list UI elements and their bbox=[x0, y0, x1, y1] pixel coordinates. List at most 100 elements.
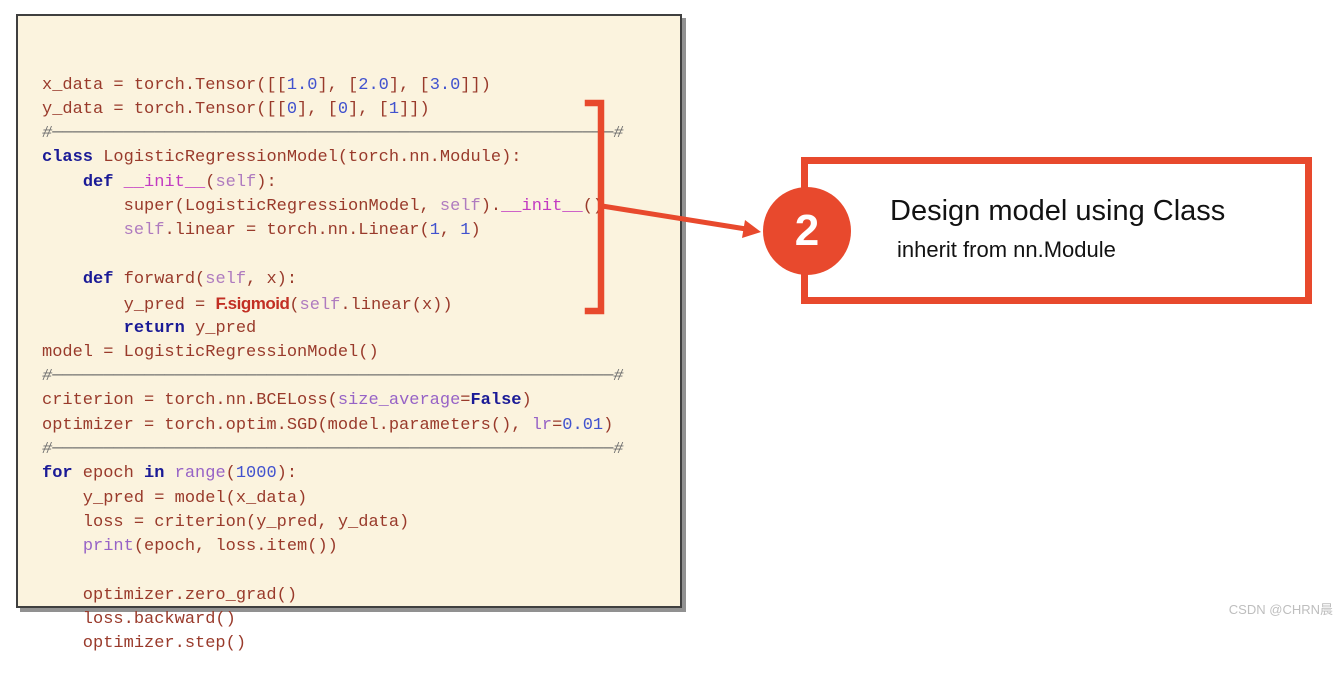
code-token: ], [ bbox=[297, 99, 338, 119]
code-token: , x): bbox=[246, 269, 298, 289]
code-line: class LogisticRegressionModel(torch.nn.M… bbox=[42, 146, 680, 170]
code-token: self bbox=[299, 296, 341, 316]
code-line: for epoch in range(1000): bbox=[42, 462, 680, 486]
code-token: in bbox=[144, 464, 165, 484]
code-token: ): bbox=[276, 464, 298, 484]
code-line: optimizer = torch.optim.SGD(model.parame… bbox=[42, 414, 680, 438]
code-token: 1 bbox=[388, 99, 400, 119]
code-token: ): bbox=[256, 172, 277, 192]
code-token: def bbox=[82, 269, 114, 289]
code-token: optimizer.step() bbox=[42, 634, 247, 654]
code-token: = bbox=[460, 391, 471, 411]
code-token: model = LogisticRegressionModel() bbox=[42, 342, 379, 362]
code-token: 0 bbox=[337, 99, 349, 119]
code-token: .linear(x)) bbox=[340, 296, 453, 316]
code-line: optimizer.zero_grad() bbox=[42, 584, 680, 608]
code-token: loss = criterion(y_pred, y_data) bbox=[42, 512, 410, 532]
code-token: 2.0 bbox=[358, 75, 389, 95]
annotation-arrowhead bbox=[742, 220, 761, 238]
code-token: , bbox=[439, 221, 461, 241]
code-line: model = LogisticRegressionModel() bbox=[42, 341, 680, 365]
code-token: criterion = torch.nn.BCELoss( bbox=[42, 391, 338, 411]
code-token: () bbox=[582, 197, 604, 217]
code-panel: x_data = torch.Tensor([[1.0], [2.0], [3.… bbox=[16, 14, 682, 653]
code-token: 1000 bbox=[235, 464, 277, 484]
code-token: 3.0 bbox=[429, 75, 461, 95]
code-token: 1 bbox=[429, 221, 440, 241]
code-token: def bbox=[82, 172, 114, 192]
code-token: LogisticRegressionModel(torch.nn.Module)… bbox=[93, 148, 522, 168]
callout-box: Design model using Class inherit from nn… bbox=[801, 157, 1312, 304]
code-line: return y_pred bbox=[42, 317, 680, 341]
code-token: F.sigmoid bbox=[215, 294, 290, 314]
code-token: range bbox=[174, 464, 226, 484]
code-token: print bbox=[82, 537, 134, 557]
code-line: y_pred = model(x_data) bbox=[42, 487, 680, 511]
code-token: y_pred bbox=[184, 318, 257, 338]
code-line: def __init__(self): bbox=[42, 171, 680, 195]
code-token: optimizer.zero_grad() bbox=[42, 585, 298, 605]
code-token: self bbox=[123, 221, 165, 241]
code-token: class bbox=[42, 148, 94, 168]
code-token: 0.01 bbox=[562, 415, 604, 435]
code-line: criterion = torch.nn.BCELoss(size_averag… bbox=[42, 389, 680, 413]
code-token: #───────────────────────────────────────… bbox=[42, 367, 624, 387]
code-token: ], [ bbox=[348, 99, 389, 119]
code-token: ) bbox=[470, 221, 481, 241]
code-token: y_pred = bbox=[42, 296, 216, 316]
step-number: 2 bbox=[794, 206, 820, 255]
code-token: 1.0 bbox=[286, 75, 318, 95]
code-token: optimizer = torch.optim.SGD(model.parame… bbox=[42, 415, 532, 435]
code-line: loss = criterion(y_pred, y_data) bbox=[42, 511, 680, 535]
code-line: print(epoch, loss.item()) bbox=[42, 535, 680, 559]
code-token: self bbox=[215, 172, 257, 192]
code-line: #───────────────────────────────────────… bbox=[42, 438, 680, 462]
code-token: forward( bbox=[113, 269, 206, 289]
code-token: #───────────────────────────────────────… bbox=[42, 124, 624, 144]
code-token: self bbox=[205, 269, 247, 289]
watermark: CSDN @CHRN晨 bbox=[1228, 602, 1333, 617]
code-token: ( bbox=[225, 464, 236, 484]
code-token: (epoch, loss.item()) bbox=[133, 537, 338, 557]
code-lines: x_data = torch.Tensor([[1.0], [2.0], [3.… bbox=[42, 74, 680, 657]
code-token: .linear = torch.nn.Linear( bbox=[164, 221, 430, 241]
code-token: ) bbox=[521, 391, 532, 411]
code-token: 1 bbox=[460, 221, 471, 241]
code-token: ). bbox=[480, 197, 502, 217]
code-token: for bbox=[42, 464, 73, 484]
code-token: ]]) bbox=[460, 75, 491, 95]
callout-subtitle: inherit from nn.Module bbox=[897, 237, 1116, 262]
code-line: self.linear = torch.nn.Linear(1, 1) bbox=[42, 219, 680, 243]
code-token: = bbox=[552, 415, 563, 435]
code-token: ], [ bbox=[317, 75, 359, 95]
code-line: optimizer.step() bbox=[42, 632, 680, 656]
code-token: y_pred = model(x_data) bbox=[42, 488, 308, 508]
code-token: x_data = torch.Tensor([[ bbox=[42, 75, 287, 95]
code-token: lr bbox=[531, 415, 553, 435]
code-token: __init__ bbox=[123, 172, 206, 192]
code-line: #───────────────────────────────────────… bbox=[42, 122, 680, 146]
code-token: loss.backward() bbox=[42, 610, 236, 630]
code-token: 0 bbox=[286, 99, 298, 119]
code-token: return bbox=[123, 318, 185, 338]
code-token: self bbox=[439, 197, 481, 217]
code-line: #───────────────────────────────────────… bbox=[42, 365, 680, 389]
code-line: y_pred = F.sigmoid(self.linear(x)) bbox=[42, 292, 680, 316]
code-token: size_average bbox=[337, 391, 461, 411]
code-line: super(LogisticRegressionModel, self).__i… bbox=[42, 195, 680, 219]
code-line: x_data = torch.Tensor([[1.0], [2.0], [3.… bbox=[42, 74, 680, 98]
code-token: ( bbox=[205, 172, 216, 192]
code-token: ) bbox=[603, 415, 614, 435]
code-token: y_data = torch.Tensor([[ bbox=[42, 99, 287, 119]
code-token: epoch bbox=[72, 464, 145, 484]
code-token: False bbox=[470, 391, 522, 411]
